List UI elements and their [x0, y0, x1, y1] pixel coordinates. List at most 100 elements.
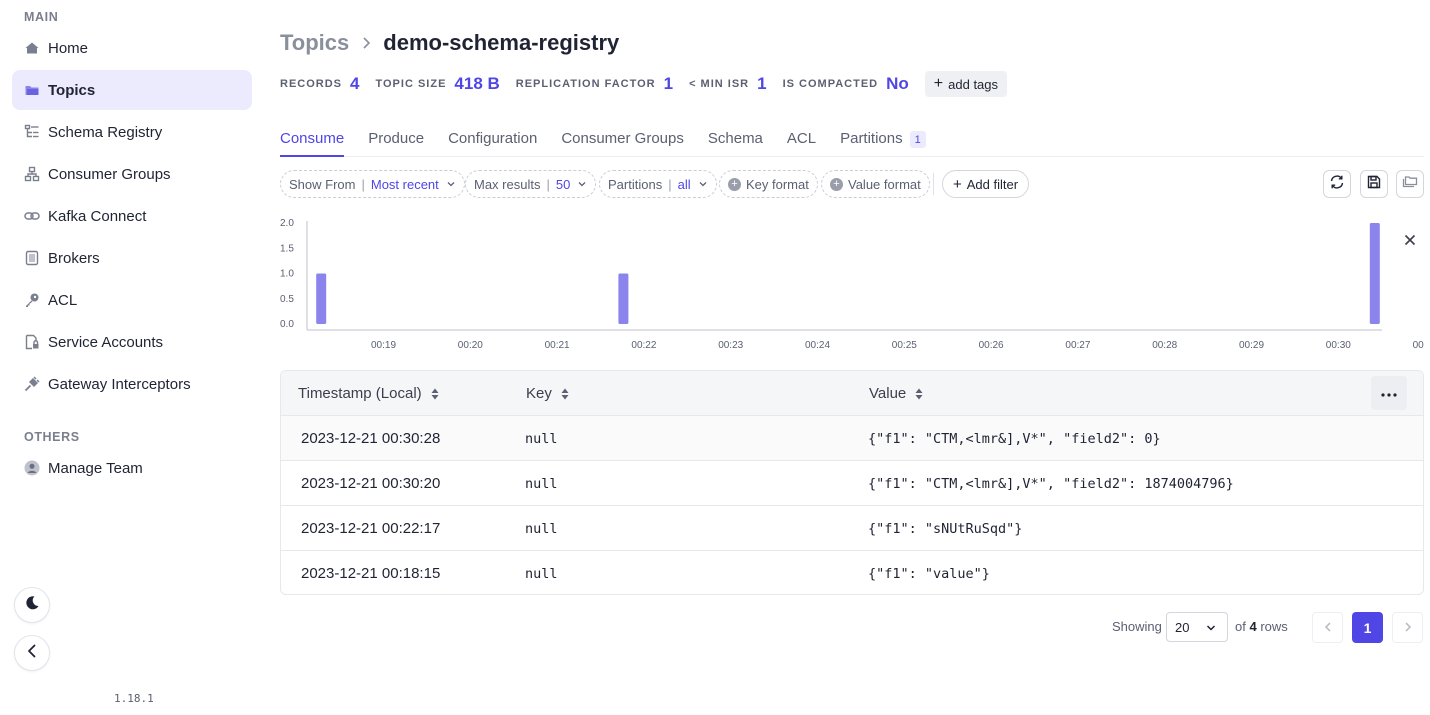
sidebar: MAIN Home Topics Schema Registry Consume…: [0, 0, 264, 715]
tab-schema[interactable]: Schema: [708, 120, 763, 157]
sidebar-item-label: Kafka Connect: [48, 207, 147, 225]
cell-timestamp: 2023-12-21 00:30:28: [301, 430, 441, 447]
filter-divider: [933, 173, 934, 195]
app-version: 1.18.1: [114, 692, 154, 705]
x-tick-label: 00:24: [805, 340, 830, 351]
tab-acl[interactable]: ACL: [787, 120, 816, 157]
cell-timestamp: 2023-12-21 00:30:20: [301, 475, 441, 492]
cell-key: null: [525, 430, 558, 447]
value-format-filter[interactable]: + Value format: [821, 170, 930, 198]
cell-timestamp: 2023-12-21 00:18:15: [301, 565, 441, 582]
table-row[interactable]: 2023-12-21 00:30:20 null {"f1": "CTM,<lm…: [281, 461, 1423, 506]
sidebar-item-kafka-connect[interactable]: Kafka Connect: [12, 196, 252, 236]
cell-value: {"f1": "sNUtRuSqd"}: [868, 520, 1023, 537]
max-results-filter[interactable]: Max results | 50: [465, 170, 597, 198]
page-size-select[interactable]: 20: [1166, 612, 1228, 642]
sidebar-item-acl[interactable]: ACL: [12, 280, 252, 320]
tab-partitions[interactable]: Partitions 1: [840, 120, 926, 157]
key-format-filter[interactable]: + Key format: [719, 170, 818, 198]
add-filter-button[interactable]: + Add filter: [942, 170, 1030, 198]
section-label-main: MAIN: [24, 10, 59, 24]
tab-consume[interactable]: Consume: [280, 120, 345, 157]
plug-icon: [24, 376, 40, 392]
table-row[interactable]: 2023-12-21 00:22:17 null {"f1": "sNUtRuS…: [281, 506, 1423, 551]
x-tick-label: 00:26: [979, 340, 1004, 351]
plus-circle-icon: +: [830, 177, 843, 191]
chevron-left-icon: [1322, 620, 1334, 636]
add-tags-button[interactable]: + add tags: [924, 71, 1008, 97]
column-header-label: Key: [526, 385, 552, 402]
tab-label: ACL: [786, 130, 817, 147]
breadcrumb-topics-link[interactable]: Topics: [280, 30, 349, 56]
close-chart-button[interactable]: [1398, 230, 1422, 254]
min-isr-value: 1: [757, 74, 767, 93]
max-results-label: Max results: [474, 176, 541, 192]
sidebar-item-brokers[interactable]: Brokers: [12, 238, 252, 278]
is-compacted-label: IS COMPACTED: [782, 78, 879, 90]
tab-consumer-groups[interactable]: Consumer Groups: [561, 120, 684, 157]
y-tick-label: 0.5: [280, 294, 294, 305]
sidebar-item-gateway-interceptors[interactable]: Gateway Interceptors: [12, 364, 252, 404]
total-rows: 4: [1249, 619, 1257, 634]
sidebar-item-topics[interactable]: Topics: [12, 70, 252, 110]
next-page-button[interactable]: [1392, 612, 1423, 643]
sidebar-item-label: Manage Team: [48, 459, 143, 477]
plus-circle-icon: +: [728, 177, 741, 191]
page-number-button[interactable]: 1: [1352, 612, 1383, 643]
sidebar-item-manage-team[interactable]: Manage Team: [12, 448, 252, 488]
link-icon: [24, 208, 40, 224]
topic-size-label: TOPIC SIZE: [375, 78, 447, 90]
partitions-filter-label: Partitions: [608, 176, 663, 192]
save-button[interactable]: [1360, 170, 1388, 198]
refresh-icon: [1329, 174, 1345, 195]
column-header-key[interactable]: Key: [526, 371, 570, 416]
add-tags-label: add tags: [948, 76, 999, 92]
page-size-value: 20: [1175, 619, 1190, 635]
broker-icon: [24, 250, 40, 266]
tab-label: Consume: [280, 130, 345, 147]
refresh-button[interactable]: [1323, 170, 1351, 198]
home-icon: [24, 40, 40, 56]
column-header-value[interactable]: Value: [869, 371, 924, 416]
messages-table: Timestamp (Local) Key Value 2023-12-21 0…: [280, 370, 1424, 595]
tab-configuration[interactable]: Configuration: [448, 120, 537, 157]
topic-tabs: Consume Produce Configuration Consumer G…: [280, 120, 1424, 157]
collapse-sidebar-button[interactable]: [14, 635, 50, 671]
sidebar-item-label: Service Accounts: [48, 333, 164, 351]
show-from-filter[interactable]: Show From | Most recent: [280, 170, 465, 198]
sidebar-item-schema-registry[interactable]: Schema Registry: [12, 112, 252, 152]
column-header-timestamp[interactable]: Timestamp (Local): [298, 371, 440, 416]
rows-label: rows: [1260, 619, 1288, 634]
records-value: 4: [350, 74, 360, 93]
rows-count-text: of 4 rows: [1235, 619, 1288, 634]
moon-icon: [24, 595, 40, 616]
x-tick-label: 00:27: [1065, 340, 1090, 351]
show-from-label: Show From: [289, 176, 356, 192]
chevron-down-icon: [577, 179, 587, 189]
user-icon: [24, 460, 40, 476]
sort-icon: [560, 387, 570, 401]
folders-icon: [1402, 174, 1418, 195]
records-label: RECORDS: [280, 78, 343, 90]
chevron-down-icon: [1205, 622, 1217, 634]
table-row[interactable]: 2023-12-21 00:18:15 null {"f1": "value"}: [281, 551, 1423, 594]
sidebar-item-service-accounts[interactable]: Service Accounts: [12, 322, 252, 362]
y-tick-label: 0.0: [280, 319, 294, 330]
partitions-filter[interactable]: Partitions | all: [599, 170, 717, 198]
theme-toggle-button[interactable]: [14, 587, 50, 623]
tab-produce[interactable]: Produce: [368, 120, 424, 157]
previous-page-button[interactable]: [1312, 612, 1343, 643]
open-folder-button[interactable]: [1396, 170, 1424, 198]
plus-icon: +: [953, 175, 962, 193]
more-horizontal-icon: [1381, 384, 1397, 402]
table-row[interactable]: 2023-12-21 00:30:28 null {"f1": "CTM,<lm…: [281, 416, 1423, 461]
section-label-others: OTHERS: [24, 430, 80, 444]
x-tick-label: 00:22: [631, 340, 656, 351]
sidebar-item-home[interactable]: Home: [12, 28, 252, 68]
show-from-value: Most recent: [370, 176, 439, 192]
plus-icon: +: [933, 75, 944, 92]
table-options-button[interactable]: [1371, 376, 1407, 410]
sidebar-item-consumer-groups[interactable]: Consumer Groups: [12, 154, 252, 194]
y-tick-label: 1.5: [280, 243, 294, 254]
showing-label: Showing: [1112, 619, 1162, 634]
